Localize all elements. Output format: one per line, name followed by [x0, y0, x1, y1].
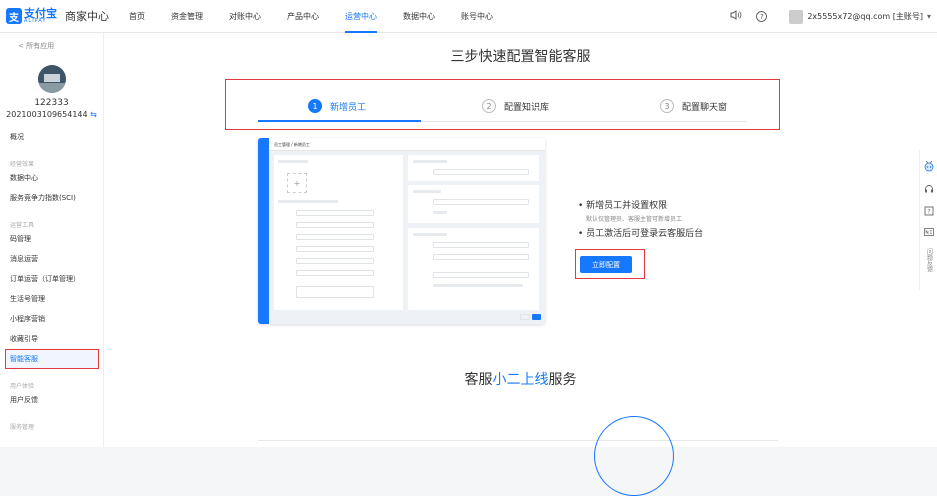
step-knowledge-base[interactable]: 2 配置知识库: [482, 99, 549, 113]
bullet-add-employee-note: 默认仅管理员、客服主管可新增员工: [586, 216, 683, 223]
section-title-suffix: 服务: [548, 372, 577, 388]
step-label: 配置聊天窗: [682, 102, 728, 113]
sidebar-item-user-feedback[interactable]: 用户反馈: [0, 390, 103, 410]
alipay-logo-mark: 支: [6, 8, 22, 24]
section-preview-card: [258, 440, 778, 450]
sidebar: < 所有应用 122333 2021003109654144 ⇆ 概况 经营效果…: [0, 33, 104, 447]
nav-data[interactable]: 数据中心: [403, 0, 435, 33]
question-box-icon[interactable]: ?: [924, 206, 934, 219]
step-number: 3: [660, 99, 674, 113]
preview-sidebar: [258, 138, 269, 324]
sidebar-item-data-center[interactable]: 数据中心: [0, 168, 103, 188]
step-description: • 新增员工并设置权限 默认仅管理员、客服主管可新增员工 • 员工激活后可登录云…: [578, 199, 703, 241]
bullet-add-employee: • 新增员工并设置权限: [578, 201, 668, 211]
nav-account[interactable]: 账号中心: [461, 0, 493, 33]
nav-reconciliation[interactable]: 对账中心: [229, 0, 261, 33]
nav-operations[interactable]: 运营中心: [345, 0, 377, 33]
floating-toolbar: ? 问题反馈: [919, 150, 937, 290]
nav-products[interactable]: 产品中心: [287, 0, 319, 33]
sidebar-group-tools: 运营工具: [10, 222, 35, 229]
account-name: 122333: [34, 98, 69, 108]
help-icon[interactable]: ?: [756, 11, 768, 22]
step-chat-window[interactable]: 3 配置聊天窗: [660, 99, 727, 113]
sidebar-item-code-management[interactable]: 码管理: [0, 229, 103, 249]
sidebar-group-service: 服务管理: [10, 424, 35, 431]
app-title: 商家中心: [65, 10, 109, 23]
step-number: 2: [482, 99, 496, 113]
sidebar-item-sci[interactable]: 服务竞争力指数(SCI): [0, 188, 103, 208]
store-avatar: [37, 65, 66, 93]
bullet-activate-employee: • 员工激活后可登录云客服后台: [578, 229, 704, 239]
sidebar-item-overview[interactable]: 概况: [0, 127, 103, 147]
feedback-link[interactable]: 问题反馈: [925, 248, 933, 272]
main-nav: 首页 资金管理 对账中心 产品中心 运营中心 数据中心 账号中心: [129, 0, 519, 33]
svg-text:?: ?: [927, 209, 930, 216]
preview-breadcrumb: 员工管理 / 新增员工: [269, 138, 545, 151]
section-decoration-circle: [594, 416, 674, 496]
top-navigation-bar: 支 支付宝 ALIPAY 商家中心 首页 资金管理 对账中心 产品中心 运营中心…: [0, 0, 937, 33]
setup-steps: 1 新增员工 2 配置知识库 3 配置聊天窗: [225, 79, 780, 130]
user-account-label[interactable]: 2x5555x72@qq.com [主账号]: [807, 11, 923, 22]
section-title-highlight: 小二上线: [492, 372, 549, 388]
sidebar-group-business: 经营效果: [10, 161, 35, 168]
nav-home[interactable]: 首页: [129, 0, 145, 33]
account-id-value: 2021003109654144: [6, 110, 88, 119]
new-badge-icon[interactable]: [923, 228, 934, 239]
logo-subtitle: ALIPAY: [24, 18, 47, 24]
avatar[interactable]: [789, 9, 804, 24]
page-title: 三步快速配置智能客服: [450, 49, 591, 65]
back-to-all-apps-link[interactable]: < 所有应用: [0, 33, 103, 51]
alipay-logo[interactable]: 支 支付宝 ALIPAY: [6, 8, 57, 24]
active-step-underline: [258, 120, 421, 122]
speaker-icon[interactable]: [730, 10, 742, 23]
sidebar-item-miniapp-marketing[interactable]: 小程序营销: [0, 309, 103, 329]
configure-button-highlight: 立即配置: [575, 249, 645, 279]
step-label: 新增员工: [330, 102, 367, 113]
section-title-service-online: 客服小二上线服务: [104, 369, 937, 389]
step-label: 配置知识库: [504, 102, 550, 113]
preview-upload-box: +: [287, 173, 307, 193]
step-add-employee[interactable]: 1 新增员工: [308, 99, 366, 113]
preview-confirm-button: [532, 314, 541, 320]
add-employee-preview-image: 员工管理 / 新增员工 +: [258, 138, 545, 324]
sidebar-item-message-ops[interactable]: 消息运营: [0, 249, 103, 269]
sidebar-item-smart-service[interactable]: 智能客服: [5, 349, 99, 369]
main-content: 三步快速配置智能客服 1 新增员工 2 配置知识库 3 配置聊天窗 员工管理 /…: [104, 33, 937, 496]
step-number: 1: [308, 99, 322, 113]
headset-icon[interactable]: [924, 184, 934, 197]
chevron-down-icon[interactable]: ▾: [927, 12, 931, 21]
sidebar-group-experience: 用户体验: [10, 383, 35, 390]
configure-now-button[interactable]: 立即配置: [580, 256, 632, 273]
robot-assistant-icon[interactable]: [923, 160, 935, 175]
swap-account-icon[interactable]: ⇆: [90, 110, 97, 119]
nav-funds[interactable]: 资金管理: [171, 0, 203, 33]
section-title-prefix: 客服: [464, 372, 493, 388]
sidebar-item-order-ops[interactable]: 订单运营（订单管理）: [0, 269, 103, 289]
sidebar-item-favorite-guide[interactable]: 收藏引导: [0, 329, 103, 349]
sidebar-item-life-account[interactable]: 生活号管理: [0, 289, 103, 309]
account-id: 2021003109654144 ⇆: [0, 110, 103, 119]
